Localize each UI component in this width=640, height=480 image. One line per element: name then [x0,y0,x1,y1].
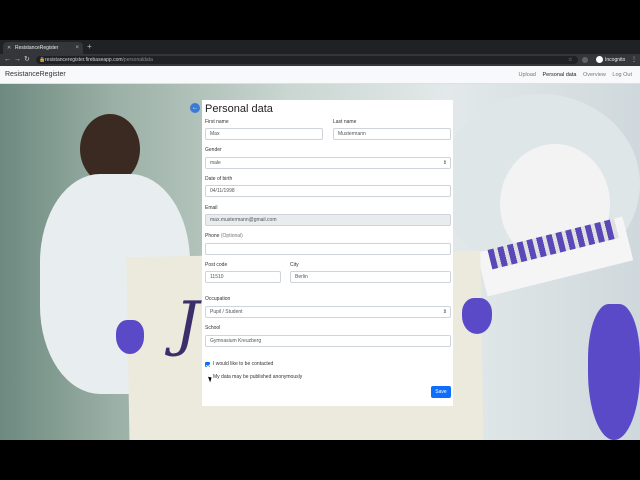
dob-input[interactable]: 04/11/1998 [205,185,451,197]
page-title: Personal data [205,103,273,115]
occupation-value: Pupil / Student [210,309,243,315]
favicon-icon: ✕ [7,45,12,51]
forward-icon[interactable]: → [14,55,21,65]
first-name-input[interactable]: Max [205,128,323,140]
select-caret-icon: ⇕ [442,309,447,315]
tab-title: ResistanceRegister [15,45,59,51]
phone-label-text: Phone [205,233,220,239]
lock-icon: 🔒 [39,57,46,63]
personal-data-form: Personal data First name Max Last name M… [202,100,453,406]
email-input[interactable]: max.mustermann@gmail.com [205,214,451,226]
email-label: Email [205,205,218,211]
scientist-glove [588,304,640,440]
occupation-select[interactable]: Pupil / Student ⇕ [205,306,451,318]
phone-optional-hint: (Optional) [220,233,243,239]
post-code-input[interactable]: 11510 [205,271,281,283]
nav-overview[interactable]: Overview [583,72,606,78]
contact-checkbox-label[interactable]: I would like to be contacted [213,361,273,367]
last-name-label: Last name [333,119,357,125]
nav-personal-data[interactable]: Personal data [542,72,576,78]
extension-icon[interactable] [582,57,588,63]
gender-select[interactable]: male ⇕ [205,157,451,169]
browser-tab[interactable]: ✕ ResistanceRegister × [3,42,83,54]
school-input[interactable]: Gymnasium Kreuzberg [205,335,451,347]
new-tab-button[interactable]: + [87,41,92,53]
phone-input[interactable] [205,243,451,255]
nav-logout[interactable]: Log Out [612,72,632,78]
back-button[interactable]: ← [190,103,200,113]
browser-toolbar: ← → ↻ 🔒 resistanceregister.firebaseapp.c… [0,54,640,66]
screen: ✕ ResistanceRegister × + ← → ↻ 🔒 resista… [0,40,640,440]
browser-tabstrip: ✕ ResistanceRegister × + [0,40,640,54]
incognito-icon [596,56,603,64]
phone-label: Phone (Optional) [205,233,243,239]
city-label: City [290,262,299,268]
url-path: /personaldata [122,57,153,63]
occupation-label: Occupation [205,296,231,302]
first-name-label: First name [205,119,229,125]
app-navbar: ResistanceRegister Upload Personal data … [0,66,640,84]
contact-checkbox[interactable] [205,362,210,367]
bookmark-star-icon[interactable]: ☆ [568,56,572,64]
save-button[interactable]: Save [431,386,451,398]
url-host: resistanceregister.firebaseapp.com [45,57,123,63]
incognito-label: Incognito [605,57,626,63]
nav-links: Upload Personal data Overview Log Out [514,66,632,84]
sign-scribble-left: J [175,289,200,359]
city-input[interactable]: Berlin [290,271,451,283]
dob-label: Date of birth [205,176,233,182]
gender-label: Gender [205,147,222,153]
nav-upload[interactable]: Upload [519,72,536,78]
back-icon[interactable]: ← [4,55,11,65]
gender-value: male [210,160,221,166]
school-label: School [205,325,221,331]
address-bar[interactable]: 🔒 resistanceregister.firebaseapp.com/per… [36,56,578,64]
incognito-indicator[interactable]: Incognito [596,55,625,65]
select-caret-icon: ⇕ [442,160,447,166]
browser-menu-icon[interactable]: ⋮ [631,55,637,65]
brand-link[interactable]: ResistanceRegister [5,66,66,84]
right-glove [462,298,492,334]
post-code-label: Post code [205,262,228,268]
last-name-input[interactable]: Mustermann [333,128,451,140]
reload-icon[interactable]: ↻ [24,55,30,65]
left-glove [116,320,144,354]
anonymous-checkbox-label[interactable]: My data may be published anonymously [213,374,302,380]
close-tab-icon[interactable]: × [75,42,79,54]
